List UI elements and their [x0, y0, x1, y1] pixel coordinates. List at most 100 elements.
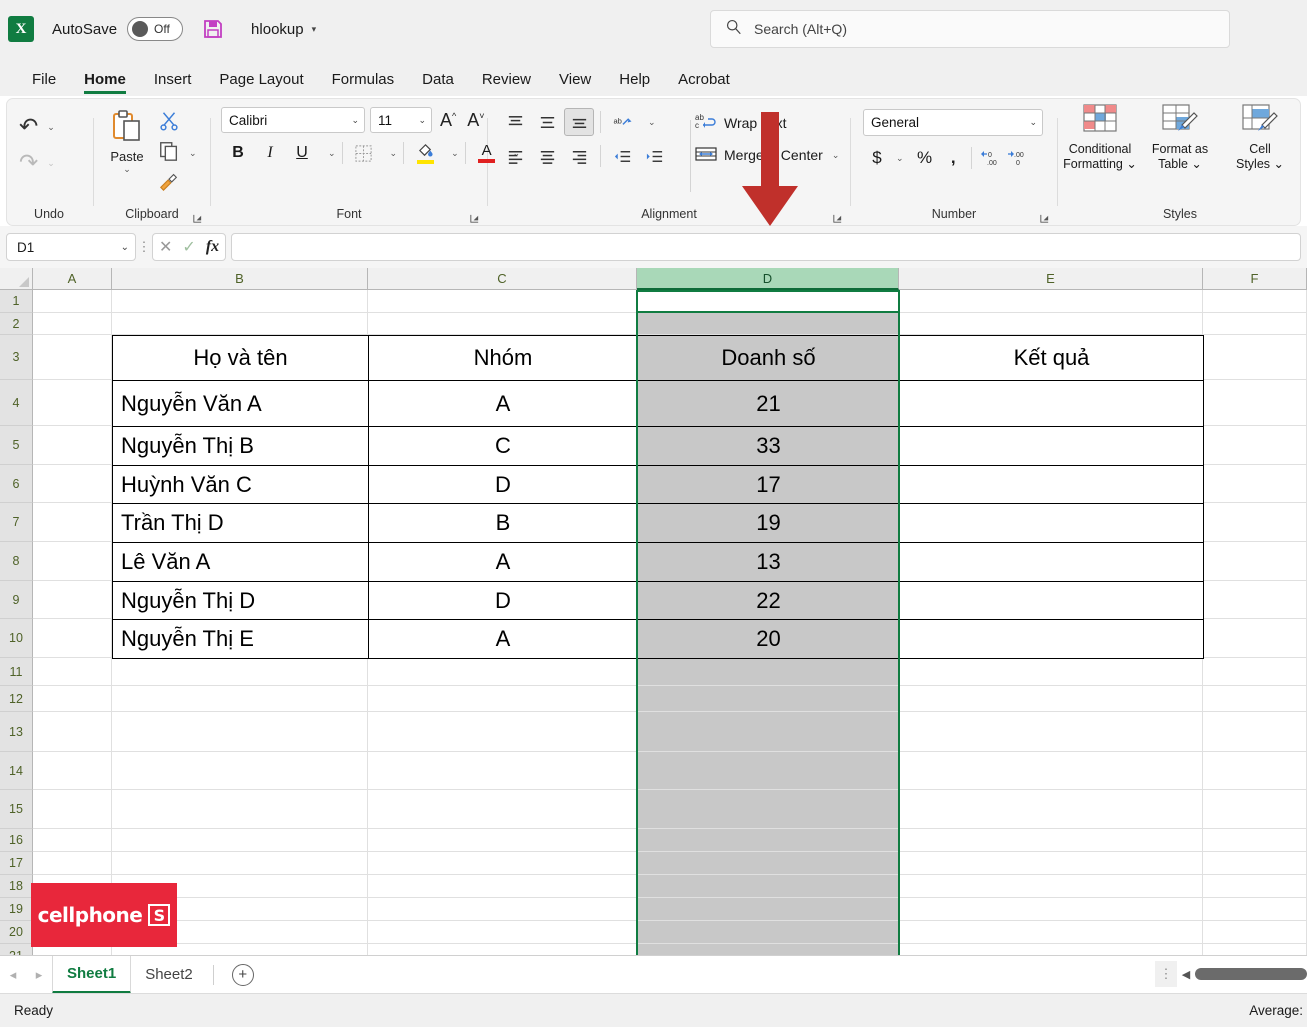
chevron-down-icon[interactable]: ▾ [312, 24, 317, 35]
row-header-18[interactable]: 18 [0, 875, 33, 898]
grip-dots-icon[interactable]: ⋮ [136, 239, 152, 255]
borders-icon[interactable] [349, 139, 379, 167]
cell-C1[interactable] [368, 290, 637, 313]
table-cell-C10[interactable]: A [368, 619, 638, 659]
cell-A12[interactable] [33, 686, 112, 712]
cell-B12[interactable] [112, 686, 368, 712]
cell-C14[interactable] [368, 752, 637, 790]
column-header-c[interactable]: C [368, 268, 637, 290]
align-middle-icon[interactable] [532, 108, 562, 136]
table-cell-D10[interactable]: 20 [637, 619, 900, 659]
cell-A10[interactable] [33, 619, 112, 658]
cell-A8[interactable] [33, 542, 112, 581]
cell-A7[interactable] [33, 503, 112, 542]
cell-B13[interactable] [112, 712, 368, 752]
cell-F5[interactable] [1203, 426, 1307, 465]
table-cell-C9[interactable]: D [368, 581, 638, 620]
table-cell-D3[interactable]: Doanh số [637, 335, 900, 381]
table-cell-C5[interactable]: C [368, 426, 638, 466]
merge-center-button[interactable]: Merge & Center ⌄ [695, 139, 845, 171]
cell-B1[interactable] [112, 290, 368, 313]
row-header-7[interactable]: 7 [0, 503, 33, 542]
cell-C2[interactable] [368, 313, 637, 335]
cell-E20[interactable] [899, 921, 1203, 944]
table-cell-D8[interactable]: 13 [637, 542, 900, 582]
font-size-select[interactable]: 11 ⌄ [370, 107, 432, 133]
cell-F4[interactable] [1203, 380, 1307, 426]
search-input[interactable]: Search (Alt+Q) [710, 10, 1230, 48]
tab-review[interactable]: Review [468, 71, 545, 96]
cell-A15[interactable] [33, 790, 112, 829]
cell-A17[interactable] [33, 852, 112, 875]
row-header-2[interactable]: 2 [0, 313, 33, 335]
fill-color-icon[interactable] [410, 139, 440, 167]
font-dialog-launcher-icon[interactable] [469, 211, 480, 223]
tab-view[interactable]: View [545, 71, 605, 96]
cell-A6[interactable] [33, 465, 112, 503]
cell-A14[interactable] [33, 752, 112, 790]
cell-C18[interactable] [368, 875, 637, 898]
column-header-f[interactable]: F [1203, 268, 1307, 290]
cell-A4[interactable] [33, 380, 112, 426]
shrink-font-icon[interactable]: A˅ [464, 110, 487, 131]
cell-F11[interactable] [1203, 658, 1307, 686]
cell-F12[interactable] [1203, 686, 1307, 712]
select-all-corner[interactable] [0, 268, 33, 290]
table-cell-E6[interactable] [899, 465, 1204, 504]
row-header-9[interactable]: 9 [0, 581, 33, 619]
increase-decimal-icon[interactable]: 0.00 [979, 144, 1003, 172]
table-cell-D5[interactable]: 33 [637, 426, 900, 466]
tab-home[interactable]: Home [70, 71, 140, 96]
cell-E12[interactable] [899, 686, 1203, 712]
copy-button[interactable]: ⌄ [158, 139, 197, 167]
cell-E15[interactable] [899, 790, 1203, 829]
row-header-13[interactable]: 13 [0, 712, 33, 752]
table-cell-E7[interactable] [899, 503, 1204, 543]
horizontal-scrollbar-thumb[interactable] [1195, 968, 1307, 980]
cell-D20[interactable] [637, 921, 899, 944]
italic-button[interactable]: I [255, 139, 285, 167]
cell-D16[interactable] [637, 829, 899, 852]
table-cell-C4[interactable]: A [368, 380, 638, 427]
table-cell-E10[interactable] [899, 619, 1204, 659]
cell-F8[interactable] [1203, 542, 1307, 581]
cell-A11[interactable] [33, 658, 112, 686]
redo-button[interactable]: ↷ ⌄ [7, 145, 55, 181]
cell-F20[interactable] [1203, 921, 1307, 944]
align-right-icon[interactable] [564, 142, 594, 170]
paste-button[interactable]: Paste ⌄ [96, 105, 158, 175]
cell-D18[interactable] [637, 875, 899, 898]
row-header-10[interactable]: 10 [0, 619, 33, 658]
table-cell-B6[interactable]: Huỳnh Văn C [112, 465, 369, 504]
table-cell-C8[interactable]: A [368, 542, 638, 582]
cell-F19[interactable] [1203, 898, 1307, 921]
decrease-indent-icon[interactable] [607, 142, 637, 170]
table-cell-B8[interactable]: Lê Văn A [112, 542, 369, 582]
cut-button[interactable] [158, 109, 197, 137]
align-left-icon[interactable] [500, 142, 530, 170]
table-cell-D6[interactable]: 17 [637, 465, 900, 504]
format-painter-button[interactable] [158, 169, 197, 197]
row-header-11[interactable]: 11 [0, 658, 33, 686]
bold-button[interactable]: B [223, 139, 253, 167]
orientation-dropdown-caret-icon[interactable]: ⌄ [648, 117, 656, 128]
prev-sheet-button[interactable]: ◂ [0, 967, 26, 983]
row-header-8[interactable]: 8 [0, 542, 33, 581]
cell-B15[interactable] [112, 790, 368, 829]
table-cell-B10[interactable]: Nguyễn Thị E [112, 619, 369, 659]
row-header-20[interactable]: 20 [0, 921, 33, 944]
tab-data[interactable]: Data [408, 71, 468, 96]
column-header-e[interactable]: E [899, 268, 1203, 290]
align-top-icon[interactable] [500, 108, 530, 136]
row-header-5[interactable]: 5 [0, 426, 33, 465]
sheet-tab-sheet1[interactable]: Sheet1 [52, 955, 132, 994]
currency-dropdown-caret-icon[interactable]: ⌄ [896, 153, 904, 164]
cell-C11[interactable] [368, 658, 637, 686]
fill-color-dropdown-caret-icon[interactable]: ⌄ [451, 148, 459, 159]
table-cell-B4[interactable]: Nguyễn Văn A [112, 380, 369, 427]
format-as-table-button[interactable]: Format as Table ⌄ [1143, 103, 1217, 173]
row-header-6[interactable]: 6 [0, 465, 33, 503]
table-cell-E3[interactable]: Kết quả [899, 335, 1204, 381]
table-cell-D7[interactable]: 19 [637, 503, 900, 543]
tab-acrobat[interactable]: Acrobat [664, 71, 744, 96]
